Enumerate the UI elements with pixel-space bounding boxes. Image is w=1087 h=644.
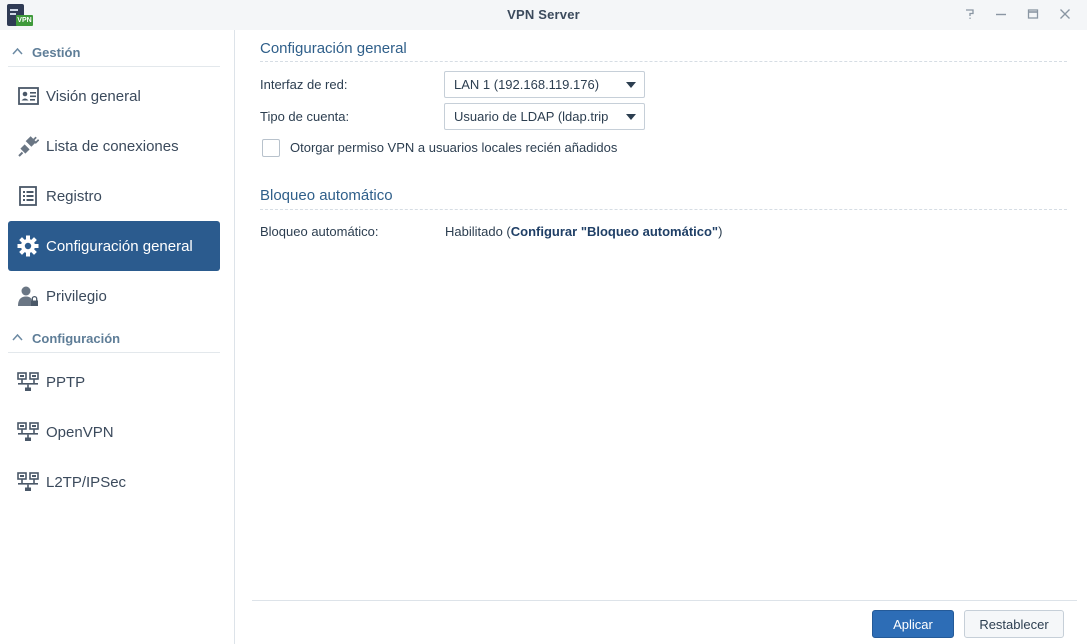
grant-vpn-checkbox[interactable]	[262, 139, 280, 157]
close-icon[interactable]	[1052, 3, 1078, 25]
section-gestion[interactable]: Gestión	[8, 38, 220, 67]
section-divider	[260, 61, 1067, 62]
minimize-icon[interactable]	[988, 3, 1014, 25]
user-lock-icon	[17, 285, 39, 307]
chevron-up-icon	[12, 46, 32, 58]
configure-autoblock-link[interactable]: Configurar "Bloqueo automático"	[511, 224, 718, 239]
plug-icon	[17, 135, 39, 157]
account-type-select[interactable]: Usuario de LDAP (ldap.trip	[444, 103, 645, 130]
reset-button[interactable]: Restablecer	[964, 610, 1064, 638]
vpn-server-window: VPN VPN Server Gestión Visión general Li…	[0, 0, 1087, 644]
title-bar[interactable]: VPN VPN Server	[0, 0, 1087, 30]
sidebar-item-log[interactable]: Registro	[8, 171, 220, 221]
sidebar: Gestión Visión general Lista de conexion…	[0, 30, 235, 644]
maximize-icon[interactable]	[1020, 3, 1046, 25]
sidebar-item-connection-list[interactable]: Lista de conexiones	[8, 121, 220, 171]
network-icon	[17, 371, 39, 393]
autoblock-status-suffix: )	[718, 224, 723, 239]
network-interface-label: Interfaz de red:	[260, 77, 348, 92]
sidebar-item-privilege[interactable]: Privilegio	[8, 271, 220, 321]
overview-icon	[17, 85, 39, 107]
network-icon	[17, 421, 39, 443]
network-interface-value: LAN 1 (192.168.119.176)	[454, 77, 600, 92]
main-content: Configuración general Interfaz de red: L…	[236, 30, 1087, 644]
log-icon	[17, 185, 39, 207]
section-configuracion[interactable]: Configuración	[8, 324, 220, 353]
network-interface-select[interactable]: LAN 1 (192.168.119.176)	[444, 71, 645, 98]
autoblock-status: Habilitado (Configurar "Bloqueo automáti…	[445, 224, 722, 239]
window-title: VPN Server	[507, 7, 580, 22]
network-icon	[17, 471, 39, 493]
apply-button[interactable]: Aplicar	[872, 610, 954, 638]
chevron-up-icon	[12, 332, 32, 344]
autoblock-label: Bloqueo automático:	[260, 224, 379, 239]
sidebar-item-pptp[interactable]: PPTP	[8, 357, 220, 407]
account-type-label: Tipo de cuenta:	[260, 109, 350, 124]
gear-icon	[17, 235, 39, 257]
sidebar-item-overview[interactable]: Visión general	[8, 71, 220, 121]
sidebar-item-l2tp-ipsec[interactable]: L2TP/IPSec	[8, 457, 220, 507]
sidebar-item-general-settings[interactable]: Configuración general	[8, 221, 220, 271]
footer-divider	[252, 600, 1077, 601]
dropdown-arrow-icon	[626, 114, 636, 120]
dropdown-arrow-icon	[626, 82, 636, 88]
grant-vpn-label[interactable]: Otorgar permiso VPN a usuarios locales r…	[290, 140, 617, 155]
general-settings-title: Configuración general	[260, 40, 407, 57]
autoblock-status-prefix: Habilitado (	[445, 224, 511, 239]
help-icon[interactable]	[957, 3, 983, 25]
account-type-value: Usuario de LDAP (ldap.trip	[454, 109, 609, 124]
sidebar-item-openvpn[interactable]: OpenVPN	[8, 407, 220, 457]
autoblock-title: Bloqueo automático	[260, 187, 393, 204]
section-divider	[260, 209, 1067, 210]
